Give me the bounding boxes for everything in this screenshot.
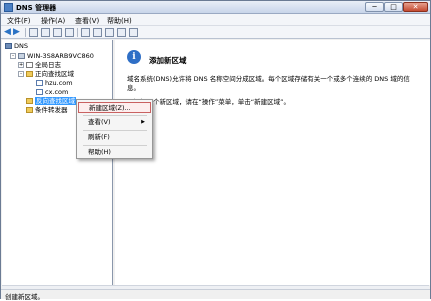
menu-file[interactable]: 文件(F) [7,16,31,26]
collapse-icon[interactable]: - [18,71,24,77]
status-text: 创建新区域。 [5,293,44,301]
back-arrow-icon[interactable]: ◀ [4,28,13,37]
context-item-refresh[interactable]: 刷新(F) [78,132,151,143]
zone-icon[interactable] [117,28,126,37]
status-bar: 创建新区域。 [1,289,430,301]
context-item-view-label: 查看(V) [88,118,111,126]
context-item-help[interactable]: 帮助(H) [78,147,151,158]
zone-icon [36,80,43,86]
export-list-icon[interactable] [65,28,74,37]
dns-icon [5,43,12,49]
folder-icon [26,107,33,113]
details-pane: i 添加新区域 域名系统(DNS)允许将 DNS 名称空间分成区域。每个区域存储… [115,40,430,285]
tree-node-zone-hzu[interactable]: hzu.com [36,79,73,88]
title-bar[interactable]: DNS 管理器 ─ □ ✕ [1,1,430,14]
zone-icon [36,89,43,95]
close-button[interactable]: ✕ [403,2,428,12]
folder-icon [26,98,33,104]
details-heading: 添加新区域 [149,56,187,65]
help-icon[interactable] [81,28,90,37]
dns-app-icon [4,3,13,12]
forward-arrow-icon[interactable]: ▶ [13,28,22,37]
menu-separator [83,130,147,131]
record-icon[interactable] [129,28,138,37]
menu-separator [83,145,147,146]
tree-node-zone-cx[interactable]: cx.com [36,88,68,97]
toolbar-separator [77,28,78,37]
maximize-button[interactable]: □ [384,2,403,12]
context-item-view[interactable]: 查看(V) ▶ [78,117,151,128]
server-icon [18,53,25,59]
dns-manager-window: DNS 管理器 ─ □ ✕ 文件(F) 操作(A) 查看(V) 帮助(H) ◀ … [0,0,431,301]
tree-node-server[interactable]: - WIN-3S8ARB9VC860 [10,52,94,61]
properties-icon[interactable] [93,28,102,37]
selected-label: 反向查找区域 [35,97,76,105]
menu-bar: 文件(F) 操作(A) 查看(V) 帮助(H) [1,14,430,26]
menu-help[interactable]: 帮助(H) [107,16,132,26]
tree-node-dns[interactable]: DNS [5,42,28,51]
server-icon[interactable] [105,28,114,37]
collapse-icon[interactable]: - [10,53,16,59]
tree-node-conditional-forwarders[interactable]: 条件转发器 [26,106,68,115]
tree-node-reverse-zones[interactable]: 反向查找区域 [26,97,76,106]
toolbar-separator [25,28,26,37]
up-folder-icon[interactable] [29,28,38,37]
menu-action[interactable]: 操作(A) [41,16,65,26]
info-icon: i [127,50,141,64]
tree-node-global-logs[interactable]: + 全局日志 [18,61,61,70]
details-description: 域名系统(DNS)允许将 DNS 名称空间分成区域。每个区域存储有关一个或多个连… [127,75,410,92]
submenu-arrow-icon: ▶ [141,119,145,125]
expand-icon[interactable]: + [18,62,24,68]
window-title: DNS 管理器 [16,4,57,12]
console-tree: DNS - WIN-3S8ARB9VC860 + 全局日志 - 正向查找区域 hzu.… [2,40,113,285]
context-item-new-zone[interactable]: 新建区域(Z)... [78,102,151,113]
log-icon [26,62,33,68]
minimize-button[interactable]: ─ [365,2,384,12]
tree-node-forward-zones[interactable]: - 正向查找区域 [18,70,74,79]
show-tree-icon[interactable] [41,28,50,37]
context-menu: 新建区域(Z)... 查看(V) ▶ 刷新(F) 帮助(H) [76,99,153,159]
menu-separator [83,115,147,116]
refresh-icon[interactable] [53,28,62,37]
menu-view[interactable]: 查看(V) [75,16,99,26]
folder-icon [26,71,33,77]
toolbar: ◀ ▶ [1,26,430,39]
